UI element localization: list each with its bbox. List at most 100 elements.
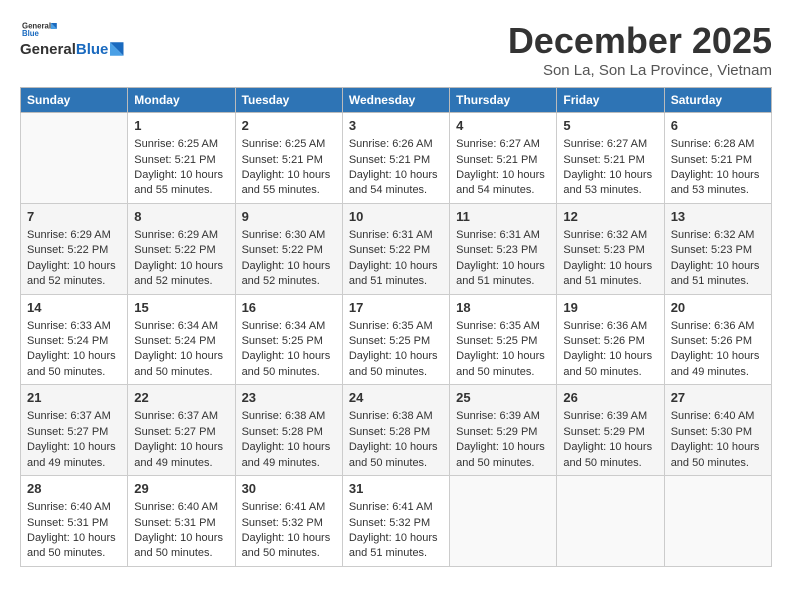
sunset-text: Sunset: 5:25 PM	[349, 334, 443, 349]
sunrise-text: Sunrise: 6:32 AM	[671, 228, 765, 243]
calendar-cell: 5Sunrise: 6:27 AMSunset: 5:21 PMDaylight…	[557, 113, 664, 204]
sunrise-text: Sunrise: 6:31 AM	[456, 228, 550, 243]
calendar-cell: 20Sunrise: 6:36 AMSunset: 5:26 PMDayligh…	[664, 294, 771, 385]
daylight-text: Daylight: 10 hours and 52 minutes.	[134, 259, 228, 290]
calendar-cell	[450, 476, 557, 567]
daylight-text: Daylight: 10 hours and 50 minutes.	[349, 440, 443, 471]
sunrise-text: Sunrise: 6:28 AM	[671, 137, 765, 152]
sunrise-text: Sunrise: 6:37 AM	[134, 409, 228, 424]
daylight-text: Daylight: 10 hours and 54 minutes.	[349, 168, 443, 199]
calendar-cell: 9Sunrise: 6:30 AMSunset: 5:22 PMDaylight…	[235, 203, 342, 294]
day-number: 27	[671, 389, 765, 407]
calendar-cell: 17Sunrise: 6:35 AMSunset: 5:25 PMDayligh…	[342, 294, 449, 385]
daylight-text: Daylight: 10 hours and 51 minutes.	[563, 259, 657, 290]
week-row-1: 7Sunrise: 6:29 AMSunset: 5:22 PMDaylight…	[21, 203, 772, 294]
sunrise-text: Sunrise: 6:31 AM	[349, 228, 443, 243]
sunrise-text: Sunrise: 6:25 AM	[134, 137, 228, 152]
day-number: 30	[242, 480, 336, 498]
calendar-cell: 23Sunrise: 6:38 AMSunset: 5:28 PMDayligh…	[235, 385, 342, 476]
daylight-text: Daylight: 10 hours and 53 minutes.	[671, 168, 765, 199]
daylight-text: Daylight: 10 hours and 51 minutes.	[456, 259, 550, 290]
daylight-text: Daylight: 10 hours and 52 minutes.	[27, 259, 121, 290]
sunset-text: Sunset: 5:21 PM	[563, 153, 657, 168]
calendar-cell: 3Sunrise: 6:26 AMSunset: 5:21 PMDaylight…	[342, 113, 449, 204]
svg-text:Blue: Blue	[22, 29, 40, 38]
day-number: 28	[27, 480, 121, 498]
calendar-cell: 30 Sunrise: 6:41 AMSunset: 5:32 PMDayligh…	[235, 476, 342, 567]
calendar-cell: 26Sunrise: 6:39 AMSunset: 5:29 PMDayligh…	[557, 385, 664, 476]
day-number: 6	[671, 117, 765, 135]
day-number: 20	[671, 299, 765, 317]
daylight-text: Daylight: 10 hours and 50 minutes.	[134, 349, 228, 380]
daylight-text: Daylight: 10 hours and 49 minutes.	[134, 440, 228, 471]
day-number: 14	[27, 299, 121, 317]
daylight-text: Daylight: 10 hours and 51 minutes.	[349, 259, 443, 290]
page-header: General Blue General Blue December 2025 …	[20, 20, 772, 79]
day-number: 3	[349, 117, 443, 135]
day-number: 24	[349, 389, 443, 407]
day-number: 11	[456, 208, 550, 226]
sunset-text: Sunset: 5:29 PM	[456, 425, 550, 440]
daylight-text: Daylight: 10 hours and 55 minutes.	[134, 168, 228, 199]
calendar-cell	[557, 476, 664, 567]
logo-icon: General Blue	[20, 20, 60, 38]
day-number: 23	[242, 389, 336, 407]
calendar-cell: 6Sunrise: 6:28 AMSunset: 5:21 PMDaylight…	[664, 113, 771, 204]
calendar-cell: 18Sunrise: 6:35 AMSunset: 5:25 PMDayligh…	[450, 294, 557, 385]
day-number: 1	[134, 117, 228, 135]
week-row-4: 28Sunrise: 6:40 AMSunset: 5:31 PMDayligh…	[21, 476, 772, 567]
sunset-text: Sunset: 5:32 PM	[242, 516, 336, 531]
daylight-text: Daylight: 10 hours and 50 minutes.	[242, 349, 336, 380]
sunset-text: Sunset: 5:24 PM	[134, 334, 228, 349]
sunset-text: Sunset: 5:22 PM	[27, 243, 121, 258]
sunrise-text: Sunrise: 6:29 AM	[27, 228, 121, 243]
location-title: Son La, Son La Province, Vietnam	[508, 62, 772, 79]
sunset-text: Sunset: 5:22 PM	[242, 243, 336, 258]
sunset-text: Sunset: 5:23 PM	[456, 243, 550, 258]
calendar-cell: 4Sunrise: 6:27 AMSunset: 5:21 PMDaylight…	[450, 113, 557, 204]
sunrise-text: Sunrise: 6:38 AM	[349, 409, 443, 424]
sunset-text: Sunset: 5:23 PM	[671, 243, 765, 258]
day-number: 12	[563, 208, 657, 226]
sunset-text: Sunset: 5:26 PM	[671, 334, 765, 349]
daylight-text: Daylight: 10 hours and 51 minutes.	[671, 259, 765, 290]
sunrise-text: Sunrise: 6:36 AM	[563, 319, 657, 334]
sunset-text: Sunset: 5:21 PM	[456, 153, 550, 168]
daylight-text: Daylight: 10 hours and 50 minutes.	[456, 349, 550, 380]
daylight-text: Daylight: 10 hours and 49 minutes.	[242, 440, 336, 471]
weekday-header-sunday: Sunday	[21, 88, 128, 113]
sunrise-text: Sunrise: 6:25 AM	[242, 137, 336, 152]
sunrise-text: Sunrise: 6:37 AM	[27, 409, 121, 424]
sunset-text: Sunset: 5:27 PM	[27, 425, 121, 440]
calendar-cell: 25Sunrise: 6:39 AMSunset: 5:29 PMDayligh…	[450, 385, 557, 476]
calendar-cell	[21, 113, 128, 204]
weekday-header-tuesday: Tuesday	[235, 88, 342, 113]
calendar-cell: 31Sunrise: 6:41 AMSunset: 5:32 PMDayligh…	[342, 476, 449, 567]
sunset-text: Sunset: 5:29 PM	[563, 425, 657, 440]
sunrise-text: Sunrise: 6:27 AM	[563, 137, 657, 152]
week-row-0: 1Sunrise: 6:25 AMSunset: 5:21 PMDaylight…	[21, 113, 772, 204]
sunset-text: Sunset: 5:24 PM	[27, 334, 121, 349]
day-number: 4	[456, 117, 550, 135]
calendar-cell: 22Sunrise: 6:37 AMSunset: 5:27 PMDayligh…	[128, 385, 235, 476]
sunrise-text: Sunrise: 6:27 AM	[456, 137, 550, 152]
weekday-header-wednesday: Wednesday	[342, 88, 449, 113]
sunset-text: Sunset: 5:21 PM	[134, 153, 228, 168]
sunrise-text: Sunrise: 6:41 AM	[242, 500, 336, 515]
weekday-header-friday: Friday	[557, 88, 664, 113]
calendar-table: SundayMondayTuesdayWednesdayThursdayFrid…	[20, 87, 772, 567]
sunrise-text: Sunrise: 6:35 AM	[349, 319, 443, 334]
daylight-text: Daylight: 10 hours and 51 minutes.	[349, 531, 443, 562]
calendar-cell: 28Sunrise: 6:40 AMSunset: 5:31 PMDayligh…	[21, 476, 128, 567]
sunset-text: Sunset: 5:28 PM	[349, 425, 443, 440]
daylight-text: Daylight: 10 hours and 53 minutes.	[563, 168, 657, 199]
logo-arrow-icon	[110, 40, 128, 58]
weekday-header-row: SundayMondayTuesdayWednesdayThursdayFrid…	[21, 88, 772, 113]
daylight-text: Daylight: 10 hours and 50 minutes.	[242, 531, 336, 562]
day-number: 13	[671, 208, 765, 226]
day-number: 31	[349, 480, 443, 498]
logo-general: General	[20, 41, 76, 58]
daylight-text: Daylight: 10 hours and 50 minutes.	[27, 349, 121, 380]
calendar-cell: 16Sunrise: 6:34 AMSunset: 5:25 PMDayligh…	[235, 294, 342, 385]
day-number: 17	[349, 299, 443, 317]
